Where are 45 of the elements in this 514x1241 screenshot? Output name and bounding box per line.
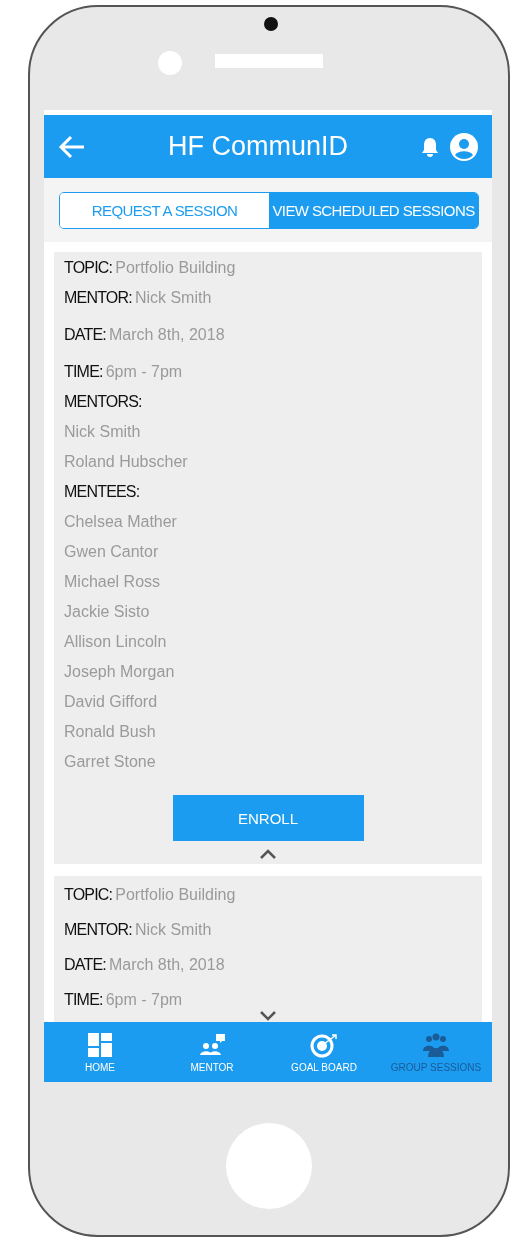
- expand-chevron-icon[interactable]: [259, 1010, 277, 1021]
- field-label: MENTOR:: [64, 289, 132, 307]
- field-value: 6pm - 7pm: [105, 363, 183, 381]
- target-icon: [310, 1031, 338, 1059]
- mentees-heading: MENTEES:: [64, 483, 140, 501]
- segment-tab[interactable]: VIEW SCHEDULED SESSIONS: [269, 193, 478, 228]
- mentor-name: Roland Hubscher: [64, 453, 188, 471]
- back-arrow-icon[interactable]: [58, 134, 86, 159]
- enroll-button[interactable]: ENROLL: [172, 795, 364, 841]
- field-label: TIME:: [64, 363, 103, 381]
- field-value: Portfolio Building: [115, 885, 236, 904]
- field-label: TOPIC:: [64, 259, 113, 277]
- mentee-name: Garret Stone: [64, 753, 156, 771]
- field-value: Portfolio Building: [115, 259, 236, 277]
- nav-tab[interactable]: HOME: [44, 1022, 156, 1082]
- nav-tab[interactable]: MENTOR: [156, 1022, 268, 1082]
- nav-tab[interactable]: GOAL BOARD: [268, 1022, 380, 1082]
- mentee-name: David Gifford: [64, 693, 158, 711]
- mentee-name: Ronald Bush: [64, 723, 156, 741]
- mentee-name: Joseph Morgan: [64, 663, 175, 681]
- field-value: Nick Smith: [134, 289, 212, 307]
- mentee-name: Gwen Cantor: [64, 543, 159, 561]
- grid-icon: [86, 1031, 114, 1059]
- field-value: Nick Smith: [134, 920, 212, 939]
- field-value: March 8th, 2018: [108, 326, 225, 344]
- mentee-name: Jackie Sisto: [64, 603, 150, 621]
- camera-dot: [264, 17, 278, 31]
- mentee-name: Michael Ross: [64, 573, 161, 591]
- user-avatar-icon[interactable]: [450, 132, 478, 161]
- bell-icon[interactable]: [420, 135, 440, 158]
- field-value: March 8th, 2018: [108, 955, 225, 974]
- field-label: DATE:: [64, 955, 106, 974]
- mentee-name: Allison Lincoln: [64, 633, 167, 651]
- field-label: TIME:: [64, 990, 103, 1009]
- field-value: 6pm - 7pm: [105, 990, 183, 1009]
- collapse-chevron-icon[interactable]: [259, 849, 277, 860]
- group-icon: [422, 1031, 450, 1059]
- nav-tab[interactable]: GROUP SESSIONS: [380, 1022, 492, 1082]
- mentor-name: Nick Smith: [64, 423, 141, 441]
- mentors-heading: MENTORS:: [64, 393, 142, 411]
- field-label: TOPIC:: [64, 885, 113, 904]
- app-title: HF CommunID: [167, 131, 349, 162]
- mentee-name: Chelsea Mather: [64, 513, 177, 531]
- field-label: MENTOR:: [64, 920, 132, 939]
- field-label: DATE:: [64, 326, 106, 344]
